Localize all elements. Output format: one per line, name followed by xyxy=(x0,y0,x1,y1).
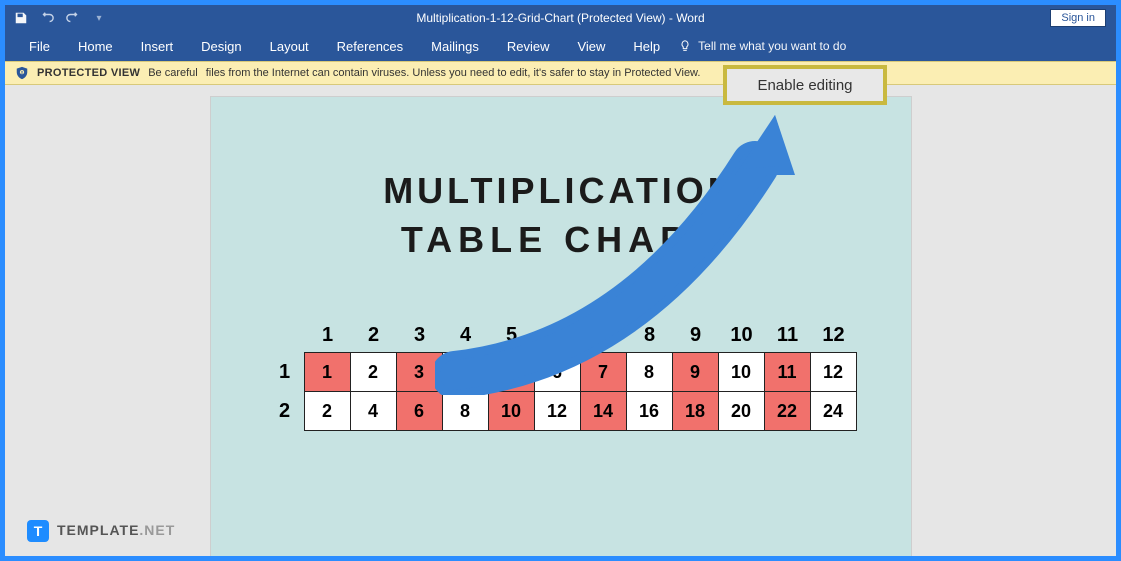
protected-view-warning-2: files from the Internet can contain viru… xyxy=(206,67,701,79)
outer-frame: ▾ Multiplication-1-12-Grid-Chart (Protec… xyxy=(0,0,1121,561)
column-headers: 1 2 3 4 5 6 7 8 9 10 11 12 xyxy=(265,324,857,353)
tab-layout[interactable]: Layout xyxy=(256,33,323,60)
cell: 5 xyxy=(488,352,535,392)
cell: 3 xyxy=(396,352,443,392)
heading-line-2: TABLE CHART xyxy=(251,216,871,265)
col-header: 2 xyxy=(351,324,397,353)
cell: 22 xyxy=(764,391,811,431)
cell: 24 xyxy=(810,391,857,431)
row-label: 2 xyxy=(265,392,305,431)
heading-line-1: MULTIPLICATION xyxy=(383,170,738,211)
title-bar: ▾ Multiplication-1-12-Grid-Chart (Protec… xyxy=(5,5,1116,31)
multiplication-chart: 1 2 3 4 5 6 7 8 9 10 11 12 1 xyxy=(251,324,871,431)
cell: 6 xyxy=(396,391,443,431)
cell: 10 xyxy=(718,352,765,392)
row-label: 1 xyxy=(265,353,305,392)
cell: 10 xyxy=(488,391,535,431)
cell: 2 xyxy=(304,391,351,431)
tell-me-search[interactable]: Tell me what you want to do xyxy=(678,39,846,53)
document-canvas[interactable]: MULTIPLICATION TABLE CHART 1 2 3 4 5 6 7… xyxy=(5,85,1116,556)
table-row: 1 1 2 3 4 5 6 7 8 9 10 11 12 xyxy=(265,353,857,392)
watermark-logo-icon: T xyxy=(27,520,49,542)
col-header: 11 xyxy=(765,324,811,353)
undo-icon[interactable] xyxy=(39,10,55,26)
col-header: 4 xyxy=(443,324,489,353)
enable-editing-button[interactable]: Enable editing xyxy=(723,65,887,105)
cell: 14 xyxy=(580,391,627,431)
cell: 20 xyxy=(718,391,765,431)
tab-insert[interactable]: Insert xyxy=(127,33,188,60)
quick-access-toolbar: ▾ xyxy=(5,10,107,26)
col-header: 7 xyxy=(581,324,627,353)
cell: 4 xyxy=(442,352,489,392)
cell: 18 xyxy=(672,391,719,431)
tab-references[interactable]: References xyxy=(323,33,417,60)
cell: 8 xyxy=(442,391,489,431)
signin-button[interactable]: Sign in xyxy=(1050,9,1106,27)
word-app-window: ▾ Multiplication-1-12-Grid-Chart (Protec… xyxy=(5,5,1116,556)
tab-view[interactable]: View xyxy=(563,33,619,60)
redo-icon[interactable] xyxy=(65,10,81,26)
cell: 12 xyxy=(534,391,581,431)
tab-file[interactable]: File xyxy=(15,33,64,60)
template-net-watermark: T TEMPLATE.NET xyxy=(27,520,175,542)
shield-icon xyxy=(15,66,29,80)
col-header: 9 xyxy=(673,324,719,353)
tab-design[interactable]: Design xyxy=(187,33,255,60)
cell: 12 xyxy=(810,352,857,392)
lightbulb-icon xyxy=(678,39,692,53)
protected-view-warning-1: Be careful xyxy=(148,67,198,79)
tell-me-placeholder: Tell me what you want to do xyxy=(698,39,846,53)
protected-view-title: PROTECTED VIEW xyxy=(37,67,140,79)
tab-help[interactable]: Help xyxy=(619,33,674,60)
col-header: 8 xyxy=(627,324,673,353)
cell: 9 xyxy=(672,352,719,392)
tab-review[interactable]: Review xyxy=(493,33,564,60)
cell: 16 xyxy=(626,391,673,431)
watermark-brand: TEMPLATE xyxy=(57,522,139,538)
window-title: Multiplication-1-12-Grid-Chart (Protecte… xyxy=(5,11,1116,25)
cell: 6 xyxy=(534,352,581,392)
col-header: 3 xyxy=(397,324,443,353)
enable-editing-label: Enable editing xyxy=(757,77,852,94)
save-icon[interactable] xyxy=(13,10,29,26)
document-page: MULTIPLICATION TABLE CHART 1 2 3 4 5 6 7… xyxy=(211,97,911,556)
col-header: 6 xyxy=(535,324,581,353)
watermark-suffix: .NET xyxy=(139,522,175,538)
col-header: 1 xyxy=(305,324,351,353)
cell: 2 xyxy=(350,352,397,392)
qat-dropdown-icon[interactable]: ▾ xyxy=(91,10,107,26)
col-header: 12 xyxy=(811,324,857,353)
cell: 1 xyxy=(304,352,351,392)
protected-view-bar: PROTECTED VIEW Be careful files from the… xyxy=(5,61,1116,85)
tab-home[interactable]: Home xyxy=(64,33,127,60)
table-row: 2 2 4 6 8 10 12 14 16 18 20 22 24 xyxy=(265,392,857,431)
cell: 8 xyxy=(626,352,673,392)
page-title: MULTIPLICATION TABLE CHART xyxy=(251,167,871,264)
cell: 11 xyxy=(764,352,811,392)
tab-mailings[interactable]: Mailings xyxy=(417,33,493,60)
cell: 4 xyxy=(350,391,397,431)
cell: 7 xyxy=(580,352,627,392)
col-header: 5 xyxy=(489,324,535,353)
col-header: 10 xyxy=(719,324,765,353)
ribbon-tabs: File Home Insert Design Layout Reference… xyxy=(5,31,1116,61)
watermark-text: TEMPLATE.NET xyxy=(57,522,175,540)
